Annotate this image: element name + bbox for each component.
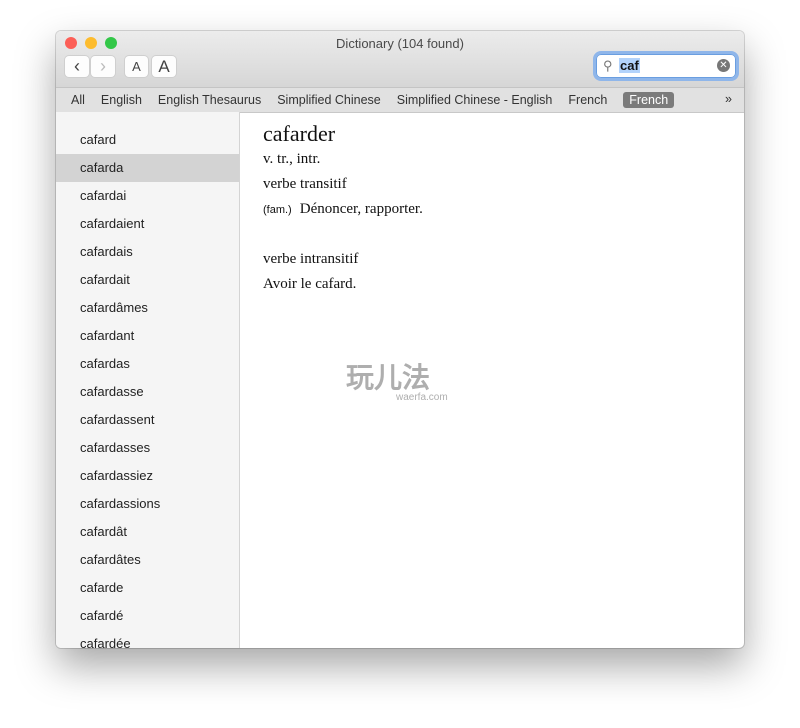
tab-all[interactable]: All	[71, 93, 85, 107]
sense-label: verbe transitif	[263, 176, 347, 192]
clear-icon[interactable]: ✕	[717, 59, 730, 72]
font-smaller-button[interactable]: A	[125, 56, 148, 77]
results-sidebar: cafard cafarda cafardai cafardaient cafardai…	[56, 112, 240, 648]
window-title: Dictionary (104 found)	[336, 36, 464, 51]
back-button[interactable]: ‹	[65, 56, 89, 77]
result-item[interactable]: cafardât	[56, 518, 239, 546]
watermark-logo: 玩儿法 waerfa.com	[346, 362, 448, 403]
definition: Dénoncer, rapporter.	[299, 201, 423, 217]
result-item[interactable]: cafardasse	[56, 378, 239, 406]
result-item[interactable]: cafardassiez	[56, 462, 239, 490]
font-larger-button[interactable]: A	[152, 56, 176, 77]
result-item[interactable]: cafardée	[56, 630, 239, 648]
result-item[interactable]: cafardasses	[56, 434, 239, 462]
part-of-speech: v. tr., intr.	[263, 151, 321, 167]
tab-french[interactable]: French	[568, 93, 607, 107]
result-item[interactable]: cafardé	[56, 602, 239, 630]
dictionary-tabs: All English English Thesaurus Simplified…	[56, 88, 744, 113]
headword: cafarder	[263, 121, 336, 146]
search-value[interactable]: caf	[619, 58, 640, 73]
result-item[interactable]: cafardâmes	[56, 294, 239, 322]
result-item[interactable]: cafardant	[56, 322, 239, 350]
result-item[interactable]: cafardas	[56, 350, 239, 378]
result-item[interactable]: cafardassions	[56, 490, 239, 518]
sense-label: verbe intransitif	[263, 251, 359, 267]
result-item[interactable]: cafardais	[56, 238, 239, 266]
search-icon: ⚲	[603, 58, 613, 73]
result-item[interactable]: cafardaient	[56, 210, 239, 238]
definition: Avoir le cafard.	[263, 276, 357, 292]
result-item[interactable]: cafarda	[56, 154, 239, 182]
result-item[interactable]: cafarde	[56, 574, 239, 602]
result-item[interactable]: cafardassent	[56, 406, 239, 434]
search-input[interactable]: ⚲ caf ✕	[596, 54, 736, 78]
title-bar: Dictionary (104 found) ‹ › A A ⚲ caf ✕	[56, 31, 744, 88]
result-item[interactable]: cafardait	[56, 266, 239, 294]
tab-simplified-chinese[interactable]: Simplified Chinese	[277, 93, 381, 107]
more-tabs-icon[interactable]: »	[725, 92, 732, 106]
entry-content: cafarder v. tr., intr. verbe transitif (…	[263, 121, 423, 301]
tab-english[interactable]: English	[101, 93, 142, 107]
result-item[interactable]: cafardai	[56, 182, 239, 210]
result-item[interactable]: cafard	[56, 126, 239, 154]
register-label: (fam.)	[263, 204, 292, 216]
tab-english-thesaurus[interactable]: English Thesaurus	[158, 93, 261, 107]
forward-button[interactable]: ›	[91, 56, 115, 77]
result-item[interactable]: cafardâtes	[56, 546, 239, 574]
tab-french-selected[interactable]: French	[623, 92, 675, 108]
dictionary-window: Dictionary (104 found) ‹ › A A ⚲ caf ✕ A…	[56, 31, 744, 648]
tab-simplified-chinese-english[interactable]: Simplified Chinese - English	[397, 93, 553, 107]
